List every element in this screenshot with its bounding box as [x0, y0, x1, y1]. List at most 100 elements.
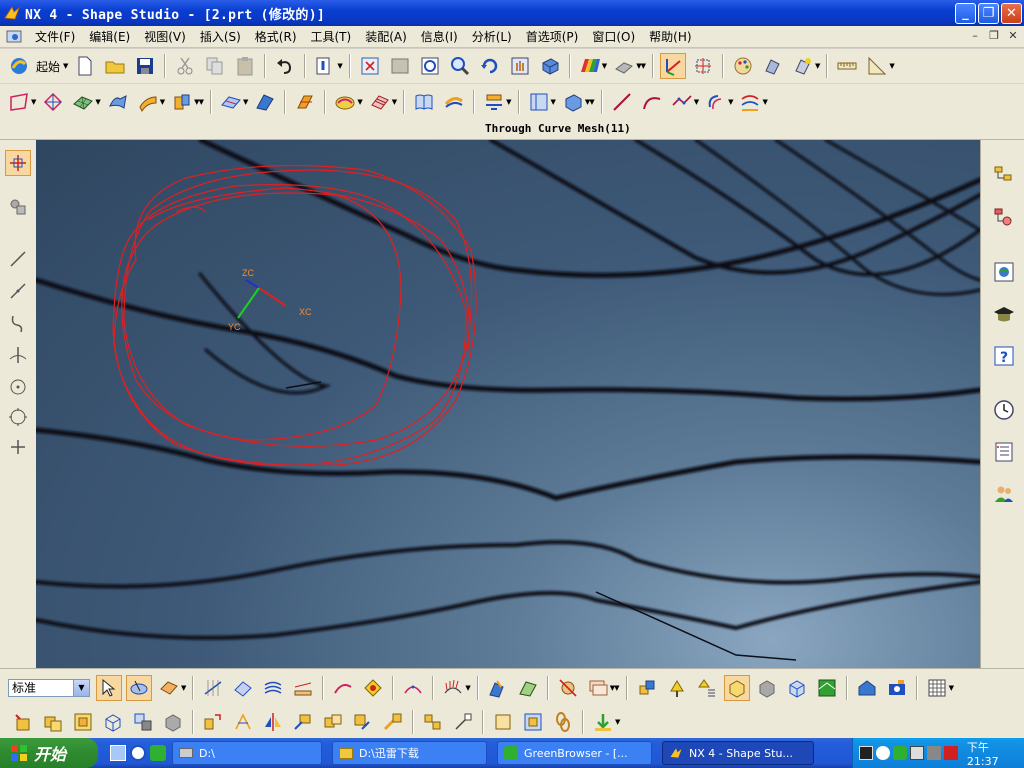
part-navigator-tab[interactable]: [990, 204, 1018, 232]
menu-preferences[interactable]: 首选项(P): [521, 28, 588, 45]
greenbrowser-tray-icon[interactable]: [892, 746, 907, 760]
snap-point-toggle[interactable]: [200, 675, 226, 701]
menu-information[interactable]: 信息(I): [416, 28, 467, 45]
background-button[interactable]: [814, 675, 840, 701]
show-hide-button[interactable]: [555, 675, 581, 701]
doc-close-button[interactable]: ✕: [1006, 29, 1020, 43]
restore-button[interactable]: ❐: [978, 3, 999, 24]
menu-assembly[interactable]: 装配(A): [360, 28, 416, 45]
doc-minimize-button[interactable]: –: [968, 29, 982, 43]
new-component-button[interactable]: [40, 709, 66, 735]
new-button[interactable]: [72, 53, 98, 79]
display-product-button[interactable]: [520, 709, 546, 735]
close-button[interactable]: ✕: [1001, 3, 1022, 24]
roles-tab[interactable]: [990, 480, 1018, 508]
system-materials-tab[interactable]: [990, 438, 1018, 466]
zoom-in-out-button[interactable]: [447, 53, 473, 79]
mirror-assembly-button[interactable]: [260, 709, 286, 735]
menu-window[interactable]: 窗口(O): [587, 28, 644, 45]
select-features-button[interactable]: [126, 674, 152, 701]
surface-curve[interactable]: [36, 427, 980, 501]
start-label[interactable]: 起始: [36, 58, 60, 75]
left-curve-button[interactable]: [5, 310, 31, 336]
shaded-button[interactable]: [537, 53, 563, 79]
face-highlight-button[interactable]: [515, 675, 541, 701]
interference-button[interactable]: [380, 709, 406, 735]
line-button[interactable]: [609, 89, 635, 115]
spline-button[interactable]: [669, 89, 695, 115]
snap-point-button[interactable]: [5, 150, 31, 176]
curve-rule-button[interactable]: [400, 675, 426, 701]
history-tab[interactable]: [990, 396, 1018, 424]
fit-button[interactable]: [357, 53, 383, 79]
studio-surface-button[interactable]: [169, 89, 195, 115]
ie-icon[interactable]: [130, 745, 146, 761]
type-filter-select[interactable]: 标准 ▼: [8, 678, 90, 697]
link-button[interactable]: [550, 709, 576, 735]
wcs-display-button[interactable]: [659, 53, 686, 79]
assembly-navigator-tab[interactable]: [990, 162, 1018, 190]
menu-insert[interactable]: 插入(S): [195, 28, 250, 45]
lighting-button[interactable]: [790, 53, 816, 79]
reposition-button[interactable]: [160, 709, 186, 735]
point-set-button[interactable]: [40, 89, 66, 115]
face-analysis-button[interactable]: [577, 53, 603, 79]
extend-surface-button[interactable]: [292, 89, 318, 115]
antivirus-icon[interactable]: [943, 746, 958, 760]
reference-set-button[interactable]: [490, 709, 516, 735]
replace-component-button[interactable]: [100, 709, 126, 735]
graphics-window[interactable]: ZC XC YC: [36, 140, 980, 668]
zoom-button[interactable]: [417, 53, 443, 79]
add-component-button[interactable]: [10, 709, 36, 735]
zoom-box-button[interactable]: [387, 53, 413, 79]
section-curve-button[interactable]: [481, 89, 507, 115]
select-faces-button[interactable]: [156, 675, 182, 701]
arc-button[interactable]: [639, 89, 665, 115]
show-desktop-icon[interactable]: [110, 745, 126, 761]
doc-restore-button[interactable]: ❐: [987, 29, 1001, 43]
left-circle-center-button[interactable]: [5, 374, 31, 400]
menu-view[interactable]: 视图(V): [139, 28, 195, 45]
arm-tool-button[interactable]: [5, 194, 31, 220]
task-nx[interactable]: NX 4 - Shape Stu...: [662, 741, 814, 765]
menu-edit[interactable]: 编辑(E): [84, 28, 139, 45]
surface-curve[interactable]: [36, 277, 980, 402]
monitor-icon[interactable]: [909, 746, 924, 760]
measure-angle-button[interactable]: [864, 53, 890, 79]
document-menu-icon[interactable]: [6, 29, 24, 45]
face-shade-button[interactable]: [723, 674, 750, 701]
move-component-button[interactable]: [290, 709, 316, 735]
open-button[interactable]: [102, 53, 128, 79]
select-bodies-button[interactable]: [230, 675, 256, 701]
surface-curve[interactable]: [36, 540, 980, 589]
paste-button[interactable]: [232, 53, 258, 79]
display-mode-button[interactable]: [611, 53, 637, 79]
menu-tools[interactable]: 工具(T): [306, 28, 361, 45]
gradient-button[interactable]: [441, 89, 467, 115]
task-drive-d[interactable]: D:\: [172, 741, 322, 765]
left-line-button[interactable]: [5, 246, 31, 272]
left-perpendicular-button[interactable]: [5, 342, 31, 368]
start-menu-button[interactable]: 开始: [0, 738, 98, 768]
reflection-analysis-button[interactable]: [332, 89, 358, 115]
select-curves-button[interactable]: [330, 675, 356, 701]
color-filter-button[interactable]: [360, 675, 386, 701]
partial-shade-button[interactable]: [754, 675, 780, 701]
component-group-button[interactable]: [420, 709, 446, 735]
explode-view-button[interactable]: [200, 709, 226, 735]
training-tab[interactable]: [990, 300, 1018, 328]
volume-icon[interactable]: [926, 746, 941, 760]
mate-component-button[interactable]: [130, 709, 156, 735]
select-edges-button[interactable]: [290, 675, 316, 701]
left-point-button[interactable]: [5, 434, 31, 460]
copy-button[interactable]: [202, 53, 228, 79]
select-sheets-button[interactable]: [260, 675, 286, 701]
web-browser-tab[interactable]: [990, 258, 1018, 286]
pan-button[interactable]: [507, 53, 533, 79]
lighting-list-button[interactable]: [694, 675, 720, 701]
chevron-down-icon[interactable]: ▼: [73, 679, 89, 696]
material-button[interactable]: [760, 53, 786, 79]
save-button[interactable]: [132, 53, 158, 79]
wave-link-button[interactable]: [230, 709, 256, 735]
layer-settings-button[interactable]: [585, 675, 611, 701]
